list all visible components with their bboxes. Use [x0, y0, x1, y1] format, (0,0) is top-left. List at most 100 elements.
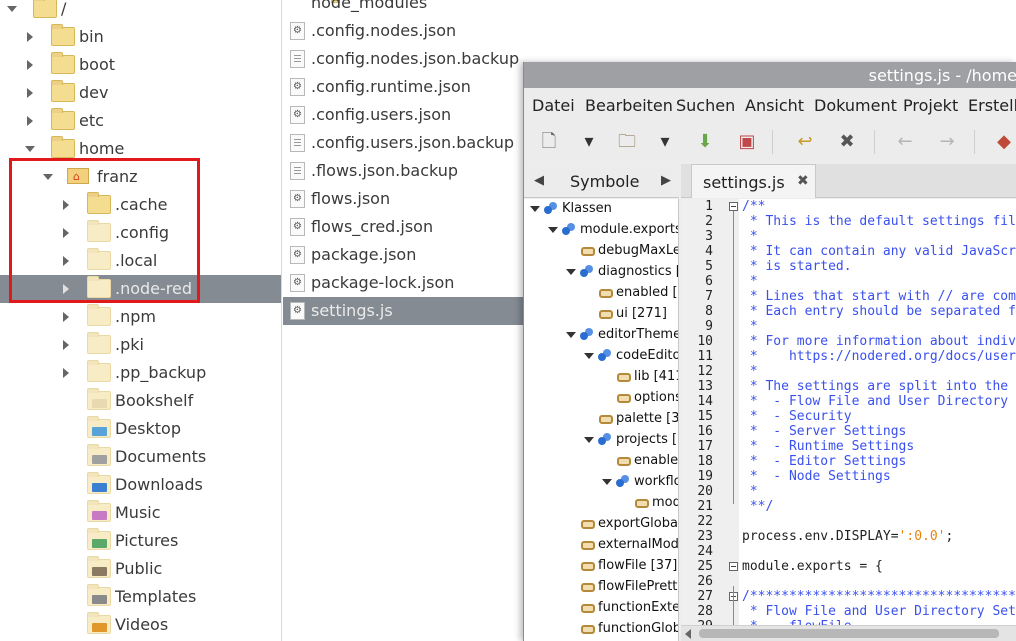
symbol-item[interactable]: externalModu — [524, 536, 678, 556]
menu-dokument[interactable]: Dokument — [814, 96, 897, 115]
file-item[interactable]: .config.nodes.json.backup — [283, 45, 523, 73]
file-item[interactable]: ⚙ settings.js — [283, 297, 523, 325]
chevron-right-icon[interactable] — [25, 59, 35, 71]
chevron-right-icon[interactable] — [61, 311, 71, 323]
expander-down-icon[interactable] — [530, 206, 540, 212]
file-item[interactable]: .flows.json.backup — [283, 157, 523, 185]
tree-item[interactable]: Videos — [0, 611, 281, 639]
save-all-icon[interactable]: ▣ — [734, 129, 760, 155]
scrollbar-thumb[interactable] — [699, 629, 999, 638]
tree-item[interactable]: dev — [0, 79, 281, 107]
fold-toggle-icon[interactable] — [729, 562, 738, 571]
chevron-right-icon[interactable] — [25, 87, 35, 99]
file-list[interactable]: node_modules ⚙ .config.nodes.json .config.n… — [283, 0, 523, 641]
menu-suchen[interactable]: Suchen — [676, 96, 735, 115]
tree-item[interactable]: Downloads — [0, 471, 281, 499]
save-icon[interactable]: ⬇ — [692, 129, 718, 155]
close-icon[interactable]: ✖ — [834, 129, 860, 155]
menu-ansicht[interactable]: Ansicht — [745, 96, 804, 115]
tree-item[interactable]: Music — [0, 499, 281, 527]
file-item[interactable]: ⚙ .config.nodes.json — [283, 17, 523, 45]
symbols-tree[interactable]: Klassen module.exports debugMaxLen diagnost… — [524, 199, 679, 641]
symbol-item[interactable]: debugMaxLen — [524, 242, 678, 262]
symbol-item[interactable]: diagnostics [2 — [524, 263, 678, 283]
symbol-item[interactable]: functionGloba — [524, 620, 678, 640]
dropdown-arrow-icon[interactable]: ▾ — [652, 129, 678, 155]
chevron-right-icon[interactable] — [61, 339, 71, 351]
expander-down-icon[interactable] — [602, 479, 612, 485]
file-item[interactable]: ⚙ flows.json — [283, 185, 523, 213]
tab-next-icon[interactable]: ▶ — [661, 173, 671, 188]
tree-item[interactable]: .pki — [0, 331, 281, 359]
symbol-item[interactable]: workflo — [524, 473, 678, 493]
file-item[interactable]: ⚙ flows_cred.json — [283, 213, 523, 241]
symbol-item[interactable]: palette [38 — [524, 410, 678, 430]
tree-item[interactable]: / — [0, 0, 281, 23]
tab-prev-icon[interactable]: ◀ — [534, 173, 544, 188]
new-file-icon[interactable]: 🗋 — [536, 129, 562, 155]
menu-datei[interactable]: Datei — [532, 96, 575, 115]
symbol-item[interactable]: lib [411 — [524, 368, 678, 388]
symbol-item[interactable]: options — [524, 389, 678, 409]
file-item[interactable]: .config.users.json.backup — [283, 129, 523, 157]
tree-item[interactable]: Bookshelf — [0, 387, 281, 415]
symbol-item[interactable]: projects [3 — [524, 431, 678, 451]
file-item[interactable]: node_modules — [283, 0, 523, 17]
tree-item[interactable]: Pictures — [0, 527, 281, 555]
expander-down-icon[interactable] — [566, 269, 576, 275]
tree-item[interactable]: Documents — [0, 443, 281, 471]
file-item[interactable]: ⚙ .config.users.json — [283, 101, 523, 129]
back-arrow-icon[interactable]: ← — [892, 129, 918, 155]
symbol-item[interactable]: mod — [524, 494, 678, 514]
scroll-left-icon[interactable] — [685, 629, 691, 639]
tree-item[interactable]: etc — [0, 107, 281, 135]
tab-settings-js[interactable]: settings.js ✖ — [691, 164, 816, 198]
expander-down-icon[interactable] — [584, 437, 594, 443]
file-item[interactable]: ⚙ package-lock.json — [283, 269, 523, 297]
symbol-item[interactable]: ui [271] — [524, 305, 678, 325]
tree-item[interactable]: Templates — [0, 583, 281, 611]
revert-icon[interactable]: ↩ — [792, 129, 818, 155]
symbol-item[interactable]: flowFilePretty — [524, 578, 678, 598]
expander-down-icon[interactable] — [548, 227, 558, 233]
code-editor[interactable]: /** * This is the default settings fil *… — [739, 199, 1016, 641]
file-item-label: .flows.json.backup — [311, 161, 459, 180]
symbol-item[interactable]: flowFile [37] — [524, 557, 678, 577]
symbol-item[interactable]: Klassen — [524, 200, 678, 220]
symbol-item[interactable]: exportGlobalC — [524, 515, 678, 535]
tree-item[interactable]: Public — [0, 555, 281, 583]
symbol-item[interactable]: enabled — [524, 452, 678, 472]
fold-toggle-icon[interactable] — [729, 202, 738, 211]
menu-bearbeiten[interactable]: Bearbeiten — [585, 96, 673, 115]
menu-projekt[interactable]: Projekt — [903, 96, 958, 115]
file-item[interactable]: ⚙ .config.runtime.json — [283, 73, 523, 101]
symbol-item[interactable]: functionExter — [524, 599, 678, 619]
file-item[interactable]: ⚙ package.json — [283, 241, 523, 269]
forward-arrow-icon[interactable]: → — [934, 129, 960, 155]
symbol-item[interactable]: codeEditor — [524, 347, 678, 367]
dropdown-arrow-icon[interactable]: ▾ — [576, 129, 602, 155]
directory-tree[interactable]: / bin boot dev etc home ⌂ franz .cache .config .lo… — [0, 0, 282, 641]
tree-item[interactable]: bin — [0, 23, 281, 51]
compile-icon[interactable]: ◆ — [991, 129, 1016, 155]
tree-item[interactable]: .pp_backup — [0, 359, 281, 387]
chevron-down-icon[interactable] — [25, 143, 35, 155]
horizontal-scrollbar[interactable] — [681, 625, 1016, 641]
tree-item[interactable]: .npm — [0, 303, 281, 331]
expander-down-icon[interactable] — [584, 353, 594, 359]
chevron-right-icon[interactable] — [25, 115, 35, 127]
tree-item[interactable]: Desktop — [0, 415, 281, 443]
open-file-icon[interactable]: 🗀 — [614, 129, 640, 155]
chevron-down-icon[interactable] — [7, 3, 17, 15]
close-tab-icon[interactable]: ✖ — [797, 173, 809, 189]
symbols-tab[interactable]: Symbole — [570, 172, 639, 191]
symbol-item[interactable]: enabled [2 — [524, 284, 678, 304]
chevron-right-icon[interactable] — [25, 31, 35, 43]
symbol-item[interactable]: module.exports — [524, 221, 678, 241]
menu-erstelle[interactable]: Erstelle — [968, 96, 1016, 115]
chevron-right-icon[interactable] — [61, 367, 71, 379]
window-titlebar[interactable]: settings.js - /home — [524, 62, 1016, 88]
tree-item[interactable]: boot — [0, 51, 281, 79]
symbol-item[interactable]: editorTheme — [524, 326, 678, 346]
expander-down-icon[interactable] — [566, 332, 576, 338]
